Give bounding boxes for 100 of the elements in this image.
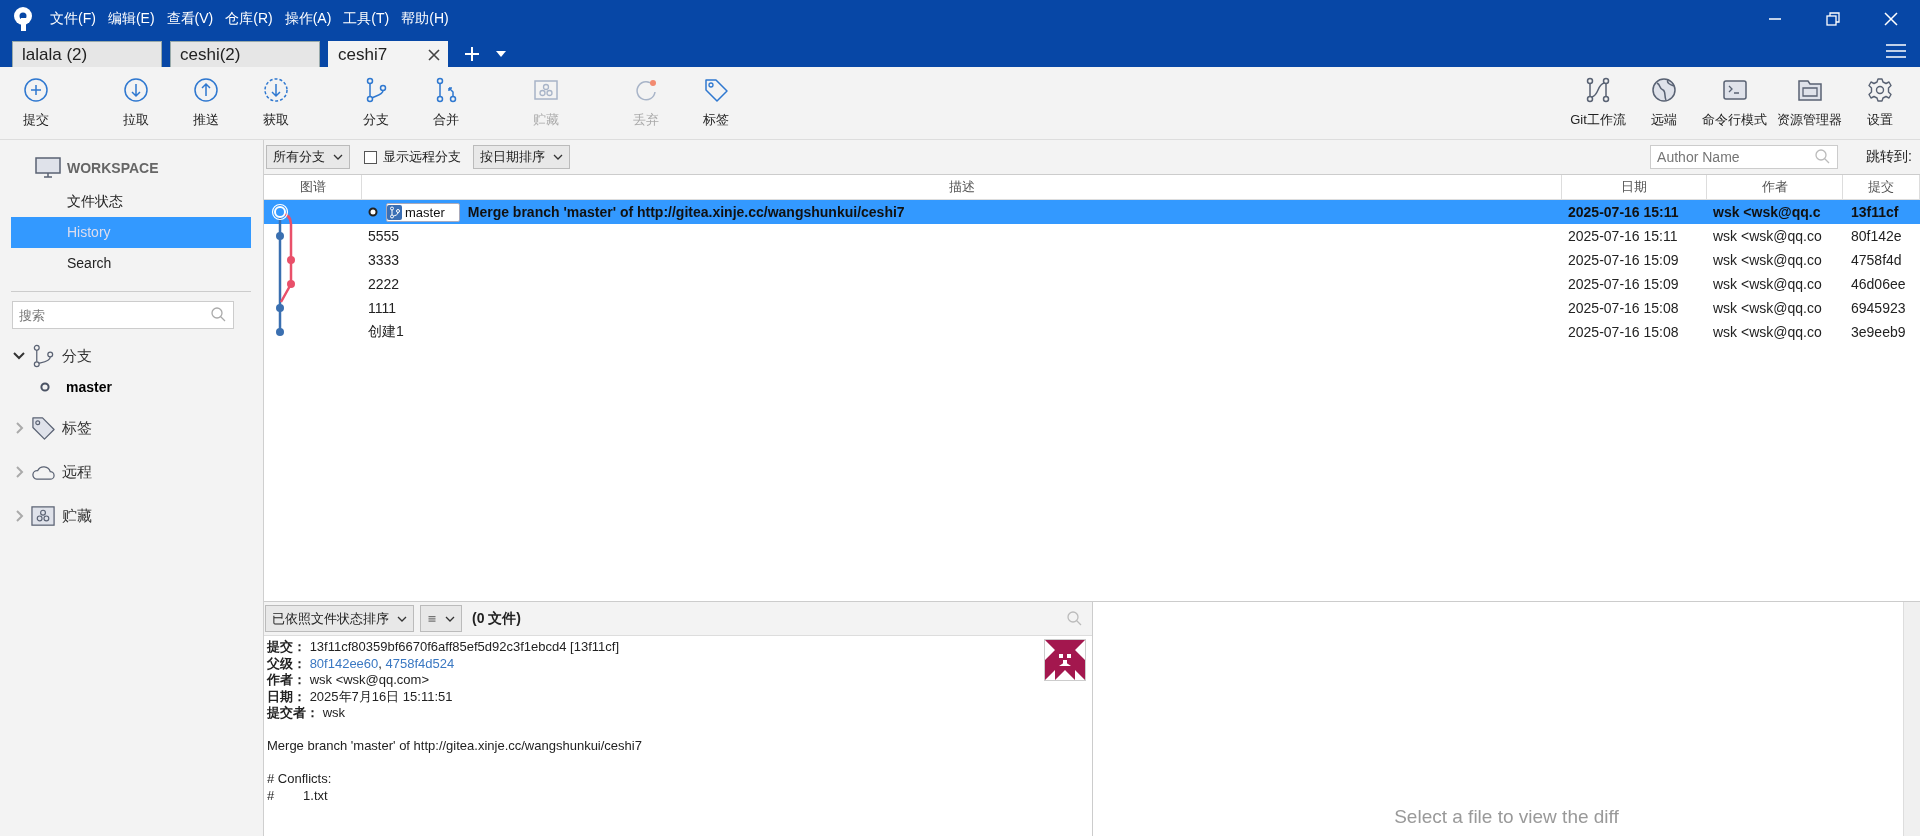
toolbar-button[interactable]: 推送: [171, 67, 241, 139]
restore-icon[interactable]: [1826, 11, 1840, 26]
list-icon: [427, 615, 437, 622]
commit-message: 创建1: [368, 323, 404, 341]
table-cell-text: wsk <wsk@qq.co: [1712, 252, 1823, 268]
menu-item[interactable]: 仓库(R): [225, 7, 273, 30]
toolbar-button[interactable]: 设置: [1850, 67, 1910, 139]
tag-icon: [31, 415, 56, 441]
commit-row[interactable]: 创建1 2025-07-16 15:08 wsk <wsk@qq.co 3e9eeb9: [264, 320, 1920, 344]
commit-icon: [23, 77, 49, 103]
commit-row[interactable]: 5555 2025-07-16 15:11 wsk <wsk@qq.co 80f142e: [264, 224, 1920, 248]
column-header[interactable]: 作者: [1707, 175, 1843, 199]
checkbox-label[interactable]: 显示远程分支: [383, 148, 461, 166]
table-cell-text: 2025-07-16 15:11: [1567, 228, 1679, 244]
toolbar-button[interactable]: 远端: [1634, 67, 1694, 139]
toolbar-button[interactable]: 合并: [411, 67, 481, 139]
branch-item[interactable]: master: [66, 379, 112, 395]
repo-tab[interactable]: lalala (2): [12, 41, 162, 67]
sort-dropdown[interactable]: 按日期排序: [473, 145, 570, 169]
commit-row[interactable]: 2222 2025-07-16 15:09 wsk <wsk@qq.co 46d06ee: [264, 272, 1920, 296]
sidebar-item[interactable]: 文件状态: [11, 186, 251, 217]
author-search-field[interactable]: Author Name: [1650, 145, 1839, 169]
table-cell-text: 4758f4d: [1850, 252, 1903, 268]
section-label[interactable]: 远程: [62, 462, 92, 482]
search-icon: [1815, 149, 1831, 164]
toolbar-button[interactable]: 提交: [1, 67, 71, 139]
upload-icon: [193, 77, 219, 103]
commit-message: 3333: [368, 252, 400, 268]
commit-message: Merge branch 'master' of http://gitea.xinje.cc/wangshunkui/ceshi7: [467, 204, 905, 220]
chevron-down-icon[interactable]: [13, 350, 25, 362]
plus-icon[interactable]: [464, 46, 480, 62]
repo-tab[interactable]: ceshi7: [328, 41, 448, 67]
undo-icon: [633, 77, 659, 103]
commit-link[interactable]: 4758f4d524: [385, 655, 455, 671]
column-header[interactable]: 提交: [1843, 175, 1920, 199]
commit-row[interactable]: 1111 2025-07-16 15:08 wsk <wsk@qq.co 6945923: [264, 296, 1920, 320]
repo-tab[interactable]: ceshi(2): [170, 41, 320, 67]
column-header[interactable]: 描述: [362, 175, 1562, 199]
branch-icon: [387, 204, 402, 220]
stash-icon: [31, 503, 56, 529]
toolbar-button[interactable]: 分支: [341, 67, 411, 139]
globe-icon: [1651, 77, 1677, 103]
stash-icon: [533, 77, 559, 103]
checkbox[interactable]: [364, 150, 377, 164]
menu-item[interactable]: 查看(V): [166, 7, 214, 30]
sort-dropdown[interactable]: 已依照文件状态排序: [265, 605, 414, 632]
app-logo-icon: [12, 5, 34, 32]
fetch-icon: [263, 77, 289, 103]
table-cell-text: wsk <wsk@qq.c: [1712, 204, 1822, 220]
scrollbar[interactable]: [1903, 602, 1920, 836]
jump-label: 跳转到:: [1866, 148, 1912, 166]
toolbar-button[interactable]: 拉取: [101, 67, 171, 139]
search-field[interactable]: 搜索: [12, 301, 234, 329]
commit-message: 1111: [368, 300, 397, 316]
download-icon: [123, 77, 149, 103]
branch-dropdown[interactable]: 所有分支: [266, 145, 350, 169]
menu-item[interactable]: 文件(F): [50, 7, 96, 30]
table-cell-text: wsk <wsk@qq.co: [1712, 228, 1823, 244]
caret-down-icon[interactable]: [496, 51, 506, 57]
column-header[interactable]: 日期: [1562, 175, 1707, 199]
table-cell-text: 80f142e: [1850, 228, 1903, 244]
chevron-down-icon: [445, 615, 455, 622]
field-label: 日期：: [267, 688, 306, 704]
section-label[interactable]: 标签: [62, 418, 92, 438]
field-label: 提交者：: [267, 705, 319, 720]
avatar-icon: [1044, 639, 1086, 681]
field-label: 作者：: [267, 672, 306, 687]
commit-row[interactable]: 3333 2025-07-16 15:09 wsk <wsk@qq.co 4758f4d: [264, 248, 1920, 272]
menu-item[interactable]: 编辑(E): [107, 7, 155, 30]
toolbar-button[interactable]: 标签: [681, 67, 751, 139]
menu-icon[interactable]: [1886, 43, 1906, 59]
commit-message: # Conflicts: # 1.txt: [267, 771, 333, 804]
field-value: 2025年7月16日 15:11:51: [309, 688, 453, 704]
toolbar-button[interactable]: 资源管理器: [1775, 67, 1844, 139]
monitor-icon: [35, 157, 61, 179]
toolbar-button[interactable]: 命令行模式: [1700, 67, 1769, 139]
chevron-down-icon: [553, 154, 563, 160]
sidebar-item[interactable]: Search: [11, 248, 251, 279]
commit-row[interactable]: master Merge branch 'master' of http://gitea.xinje.cc/wangshunkui/ceshi7 2025-07-16 15:11 wsk <wsk@qq.c 13f11cf: [264, 200, 1920, 224]
circle-icon: [40, 382, 50, 392]
menu-item[interactable]: 操作(A): [284, 7, 332, 30]
field-label: 提交：: [267, 639, 306, 654]
menu-item[interactable]: 工具(T): [343, 7, 390, 30]
toolbar-button[interactable]: Git工作流: [1568, 67, 1628, 139]
section-label[interactable]: 贮藏: [62, 506, 92, 526]
view-mode-dropdown[interactable]: [420, 605, 462, 632]
column-header[interactable]: 图谱: [264, 175, 362, 199]
close-icon[interactable]: [427, 47, 441, 62]
section-label[interactable]: 分支: [62, 346, 92, 366]
field-value: wsk <wsk@qq.com>: [309, 672, 430, 687]
chevron-down-icon: [397, 615, 407, 622]
table-cell-text: 13f11cf: [1850, 204, 1900, 220]
flow-icon: [1585, 77, 1611, 103]
commit-message: 5555: [368, 228, 400, 244]
circle-icon: [368, 207, 378, 217]
menu-item[interactable]: 帮助(H): [401, 7, 449, 30]
branch-label: master: [386, 202, 460, 222]
toolbar-button[interactable]: 获取: [241, 67, 311, 139]
table-cell-text: 6945923: [1850, 300, 1907, 316]
field-label: 父级：: [267, 655, 306, 671]
